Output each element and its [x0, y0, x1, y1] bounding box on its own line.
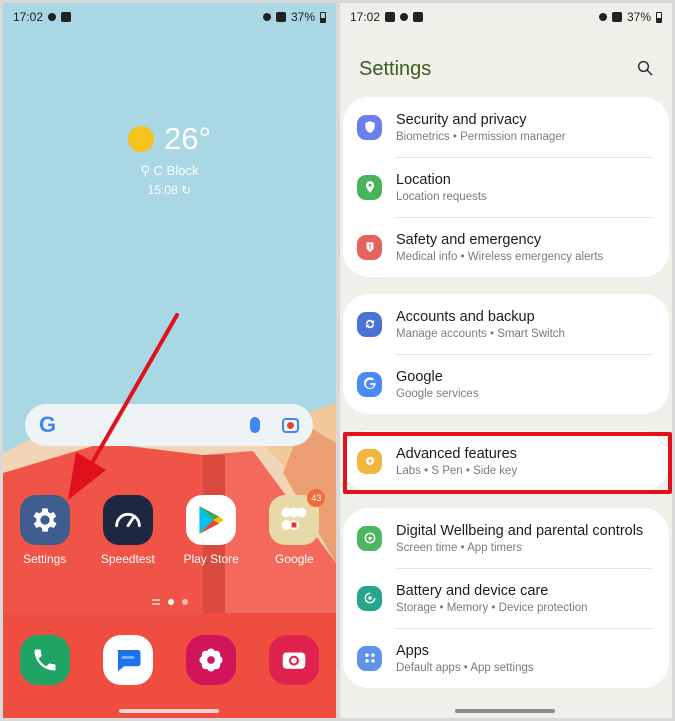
status-time: 17:02 [13, 10, 44, 24]
home-screen: 17:02 37% 26° ⚲ C Block 15:08 ↻ G Settin… [3, 3, 336, 718]
location-pin-icon: ⚲ [140, 163, 154, 178]
setting-subtitle: Default apps • App settings [396, 661, 534, 674]
dock-gallery[interactable] [174, 635, 248, 685]
messages-icon [102, 635, 153, 685]
app-label: Speedtest [100, 552, 155, 566]
home-app-row: Settings Speedtest Play Store 43 Google [3, 489, 336, 566]
highlight-box [343, 432, 672, 494]
status-time: 17:02 [350, 10, 381, 24]
setting-accounts-and-backup[interactable]: Accounts and backup Manage accounts • Sm… [343, 294, 669, 354]
gesture-bar[interactable] [119, 709, 219, 713]
sync-icon [357, 311, 382, 337]
page-dot [181, 599, 188, 605]
dock-messages[interactable] [91, 635, 165, 685]
location-pin-icon [357, 174, 382, 200]
page-dot-active [167, 599, 174, 605]
app-label: Play Store [183, 552, 239, 566]
play-icon [186, 495, 237, 545]
app-speedtest[interactable]: Speedtest [91, 495, 165, 566]
microphone-icon[interactable] [250, 417, 260, 433]
battery-icon [656, 11, 662, 23]
setting-location[interactable]: Location Location requests [343, 157, 669, 217]
setting-title: Security and privacy [396, 111, 527, 128]
page-indicator[interactable] [3, 599, 336, 605]
notification-icon [400, 13, 409, 21]
gesture-bar[interactable] [455, 709, 555, 713]
setting-subtitle: Storage • Memory • Device protection [396, 601, 588, 614]
app-play-store[interactable]: Play Store [174, 495, 248, 566]
setting-subtitle: Google services [396, 387, 479, 400]
setting-battery-and-device-care[interactable]: Battery and device care Storage • Memory… [343, 568, 669, 628]
setting-title: Accounts and backup [396, 308, 535, 325]
dock-phone[interactable] [8, 635, 82, 685]
wellbeing-icon [357, 525, 382, 551]
setting-subtitle: Biometrics • Permission manager [396, 130, 566, 143]
weather-location: ⚲ C Block [140, 163, 199, 178]
notification-icon [48, 13, 57, 21]
setting-digital-wellbeing[interactable]: Digital Wellbeing and parental controls … [343, 508, 669, 568]
settings-group: Security and privacy Biometrics • Permis… [343, 97, 669, 277]
signal-icon [611, 12, 622, 22]
setting-title: Safety and emergency [396, 231, 542, 248]
setting-security-and-privacy[interactable]: Security and privacy Biometrics • Permis… [343, 97, 669, 157]
phone-icon [19, 635, 70, 685]
weather-updated-time: 15:08 ↻ [147, 183, 192, 197]
setting-subtitle: Screen time • App timers [396, 541, 523, 554]
app-google-folder[interactable]: 43 Google [257, 489, 331, 566]
camera-icon [269, 635, 320, 685]
gear-icon [19, 495, 70, 545]
temperature: 26° [164, 121, 211, 156]
dock [3, 635, 336, 685]
weather-widget[interactable]: 26° ⚲ C Block 15:08 ↻ [3, 121, 336, 197]
shield-icon [357, 114, 382, 140]
battery-percent: 37% [290, 10, 315, 24]
status-bar: 17:02 37% [350, 9, 662, 25]
battery-percent: 37% [626, 10, 651, 24]
apps-grid-icon [357, 645, 382, 671]
google-search-bar[interactable]: G [25, 404, 313, 446]
status-bar: 17:02 37% [13, 9, 326, 25]
settings-group: Accounts and backup Manage accounts • Sm… [343, 294, 669, 414]
setting-safety-and-emergency[interactable]: Safety and emergency Medical info • Wire… [343, 217, 669, 277]
search-icon[interactable] [636, 59, 654, 77]
setting-google[interactable]: Google Google services [343, 354, 669, 414]
folder-icon: 43 [269, 489, 326, 545]
app-settings[interactable]: Settings [8, 495, 82, 566]
wallpaper [3, 3, 336, 718]
google-lens-icon[interactable] [282, 417, 299, 433]
flower-icon [186, 635, 237, 685]
dock-camera[interactable] [257, 635, 331, 685]
setting-title: Location [396, 171, 451, 188]
battery-icon [320, 11, 326, 23]
settings-screen: 17:02 37% Settings Security and privacy … [340, 3, 672, 718]
app-label: Google [275, 552, 314, 566]
signal-icon [275, 12, 286, 22]
setting-title: Google [396, 368, 443, 385]
gallery-notification-icon [385, 12, 396, 22]
sun-icon [128, 126, 155, 152]
google-logo: G [39, 412, 57, 437]
settings-group: Digital Wellbeing and parental controls … [343, 508, 669, 688]
page-title: Settings [359, 58, 432, 80]
setting-subtitle: Medical info • Wireless emergency alerts [396, 250, 604, 263]
wifi-icon [262, 13, 271, 21]
page-indicator-list-icon [151, 599, 160, 605]
setting-subtitle: Location requests [396, 190, 487, 203]
setting-subtitle: Manage accounts • Smart Switch [396, 327, 565, 340]
setting-apps[interactable]: Apps Default apps • App settings [343, 628, 669, 688]
notification-badge: 43 [307, 489, 326, 507]
youtube-icon [413, 12, 424, 22]
setting-title: Battery and device care [396, 582, 549, 599]
setting-title: Digital Wellbeing and parental controls [396, 522, 644, 539]
gauge-icon [102, 495, 153, 545]
google-icon [357, 371, 382, 397]
youtube-icon [61, 12, 72, 22]
alert-icon [357, 234, 382, 260]
refresh-icon: ↻ [177, 183, 192, 197]
wifi-icon [598, 13, 607, 21]
app-label: Settings [22, 552, 67, 566]
device-care-icon [357, 585, 382, 611]
setting-title: Apps [396, 642, 430, 659]
comparison-frame: 17:02 37% 26° ⚲ C Block 15:08 ↻ G Settin… [0, 0, 675, 721]
